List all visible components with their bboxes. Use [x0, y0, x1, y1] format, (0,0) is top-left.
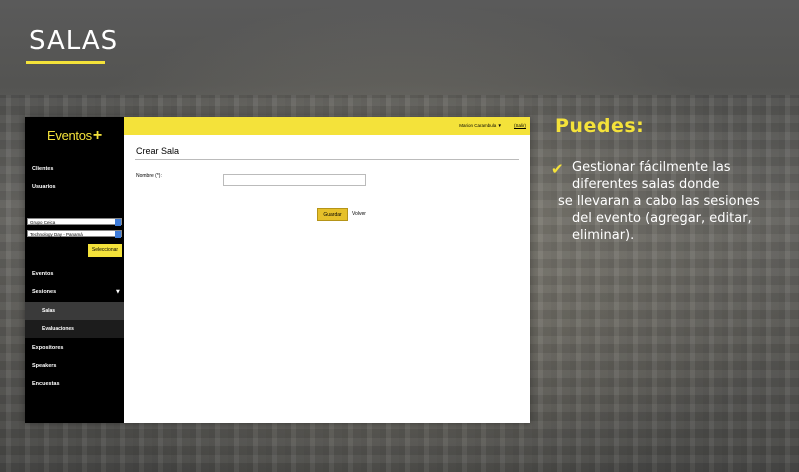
submenu-active-bg [25, 302, 124, 320]
seleccionar-button[interactable]: Seleccionar [88, 244, 122, 257]
logo-text: Eventos [47, 128, 92, 143]
sidebar: Eventos+ Clientes Usuarios Grupo Ceica T… [25, 117, 124, 423]
desc-line: Gestionar fácilmente las [572, 160, 731, 175]
chevron-down-icon [115, 231, 121, 238]
feature-description: Gestionar fácilmente las diferentes sala… [558, 159, 792, 244]
back-link[interactable]: Volver [352, 211, 366, 217]
nav-evaluaciones[interactable]: Evaluaciones [42, 326, 74, 332]
page-title: Crear Sala [136, 146, 180, 156]
nav-encuestas[interactable]: Encuestas [32, 381, 60, 387]
caret-down-icon: ▼ [116, 289, 120, 295]
client-select[interactable]: Grupo Ceica [27, 218, 122, 226]
nav-usuarios[interactable]: Usuarios [32, 184, 56, 190]
logo[interactable]: Eventos+ [47, 127, 102, 145]
logout-link[interactable]: (Salir) [514, 123, 526, 128]
app-screenshot: Eventos+ Clientes Usuarios Grupo Ceica T… [25, 117, 530, 423]
client-select-value: Grupo Ceica [30, 220, 56, 225]
nav-expositores[interactable]: Expositores [32, 345, 63, 351]
title-underline [26, 61, 105, 64]
event-select-value: Technology Day - Panamá [30, 232, 83, 237]
nav-clientes[interactable]: Clientes [32, 166, 53, 172]
nav-eventos[interactable]: Eventos [32, 271, 53, 277]
nav-salas[interactable]: Salas [42, 308, 55, 314]
desc-line: eliminar). [572, 228, 635, 243]
desc-line: se llevaran a cabo las sesiones [558, 194, 760, 209]
nav-speakers[interactable]: Speakers [32, 363, 56, 369]
slide-title: SALAS [29, 26, 119, 56]
divider [135, 159, 519, 160]
checkmark-icon: ✔ [551, 160, 564, 178]
desc-line: diferentes salas donde [572, 177, 720, 192]
logo-plus-icon: + [92, 127, 102, 144]
chevron-down-icon [115, 219, 121, 226]
desc-line: del evento (agregar, editar, [572, 211, 752, 226]
name-input[interactable] [223, 174, 366, 186]
nav-sesiones[interactable]: Sesiones [32, 289, 56, 295]
submenu-bg [25, 320, 124, 338]
features-heading: Puedes: [555, 115, 645, 137]
user-menu[interactable]: Marion Carambula ▼ [459, 123, 502, 128]
topbar: Marion Carambula ▼ (Salir) [124, 117, 530, 135]
save-button[interactable]: Guardar [317, 208, 348, 221]
name-label: Nombre (*): [136, 173, 162, 179]
event-select[interactable]: Technology Day - Panamá [27, 230, 122, 238]
